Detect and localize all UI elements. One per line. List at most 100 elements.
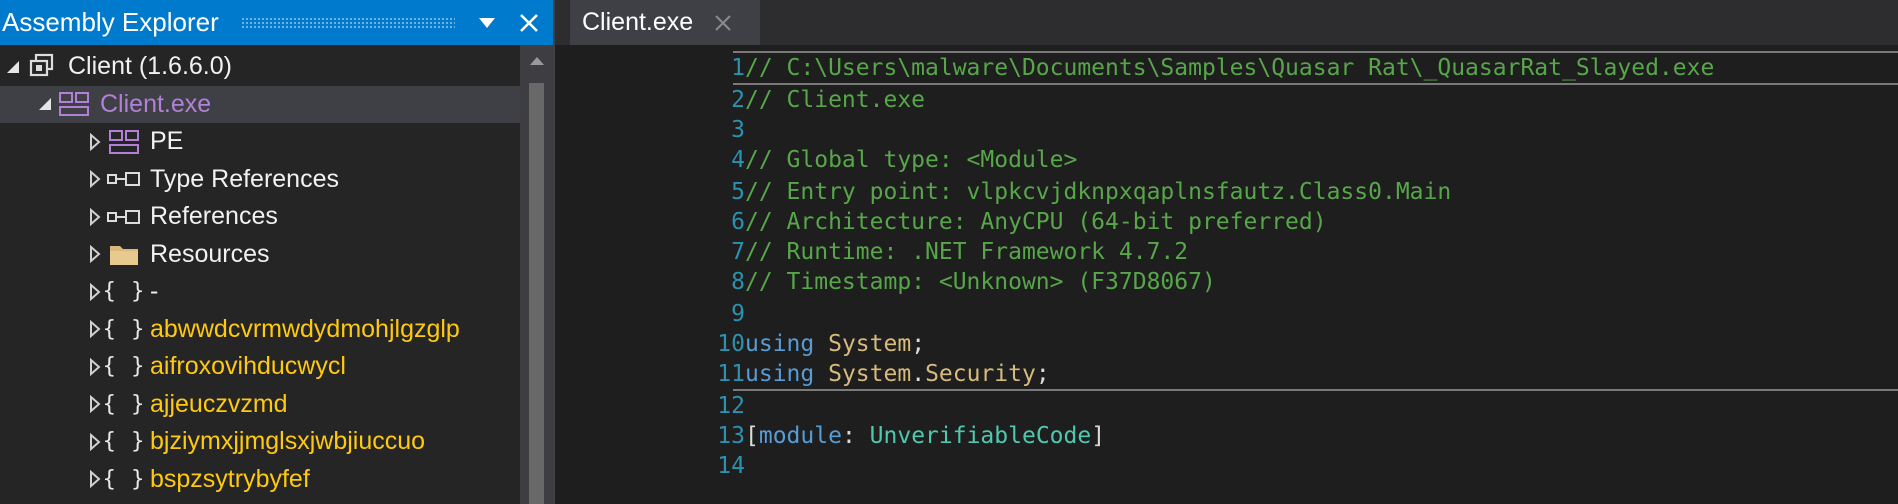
line-number: 9 <box>731 301 745 327</box>
tree-item-label: Type References <box>150 164 339 193</box>
collapsed-arrow-icon[interactable] <box>86 281 104 303</box>
tree-item-label: Client.exe <box>100 89 212 118</box>
code-token-comment: // Entry point: vlpkcvjdknpxqaplnsfautz.… <box>745 179 1452 205</box>
code-editor[interactable]: 1// C:\Users\malware\Documents\Samples\Q… <box>555 45 1898 504</box>
tree-item-type-references[interactable]: Type References <box>0 161 520 198</box>
code-token-punc: ; <box>1035 361 1050 387</box>
code-token-punc: ; <box>911 331 926 357</box>
code-token-punc <box>814 331 828 357</box>
line-number: 12 <box>717 393 745 419</box>
collapsed-arrow-icon[interactable] <box>86 431 104 453</box>
tree-item-namespace[interactable]: { } aifroxovihducwycl <box>0 348 520 385</box>
code-token-comment: // C:\Users\malware\Documents\Samples\Qu… <box>745 55 1715 81</box>
collapsed-arrow-icon[interactable] <box>86 206 104 228</box>
code-line[interactable]: 13 [module: UnverifiableCode] <box>555 419 1898 453</box>
code-text: // C:\Users\malware\Documents\Samples\Qu… <box>733 51 1898 85</box>
code-token-comment: // Architecture: AnyCPU (64-bit preferre… <box>745 209 1327 235</box>
code-token-comment: // Timestamp: <Unknown> (F37D8067) <box>745 269 1216 295</box>
code-line[interactable]: 1// C:\Users\malware\Documents\Samples\Q… <box>555 51 1898 85</box>
code-token-type: System <box>828 331 912 357</box>
collapsed-arrow-icon[interactable] <box>86 356 104 378</box>
namespace-icon: { } <box>102 466 146 492</box>
collapsed-arrow-icon[interactable] <box>86 243 104 265</box>
tree-item-namespace[interactable]: { } bspzsytrybyfef <box>0 461 520 498</box>
code-token-punc: . <box>911 361 926 387</box>
code-token-type: System <box>828 361 912 387</box>
close-icon[interactable] <box>711 11 735 35</box>
namespace-icon: { } <box>102 429 146 454</box>
code-text: // Architecture: AnyCPU (64-bit preferre… <box>733 205 1898 239</box>
vertical-scrollbar[interactable] <box>520 45 553 504</box>
line-number: 13 <box>717 423 745 449</box>
tab-client-exe[interactable]: Client.exe <box>570 0 760 45</box>
scroll-thumb[interactable] <box>529 83 544 504</box>
tree-item-resources[interactable]: Resources <box>0 236 520 273</box>
tree-item-label: aifroxovihducwycl <box>150 352 346 380</box>
line-number: 8 <box>731 269 745 295</box>
tree-item-label: Resources <box>150 239 270 268</box>
code-token-punc <box>814 361 828 387</box>
tree-item-namespace[interactable]: { } ajjeuczvzmd <box>0 386 520 423</box>
code-line[interactable]: 5// Entry point: vlpkcvjdknpxqaplnsfautz… <box>555 175 1898 209</box>
tree-item-label: PE <box>150 127 184 155</box>
code-line[interactable]: 4// Global type: <Module> <box>555 143 1898 177</box>
collapsed-arrow-icon[interactable] <box>86 131 104 153</box>
expanded-arrow-icon[interactable] <box>36 93 54 115</box>
close-icon[interactable] <box>511 5 547 41</box>
code-line[interactable]: 11 using System.Security; <box>555 357 1898 391</box>
code-text: using System.Security; <box>733 357 1898 391</box>
expanded-arrow-icon[interactable] <box>4 56 22 78</box>
reference-icon <box>104 164 144 194</box>
tree-item-client-exe[interactable]: Client.exe <box>0 85 520 123</box>
collapsed-arrow-icon[interactable] <box>86 468 104 490</box>
code-line[interactable]: 14 <box>555 449 1898 483</box>
tree-item-label: bspzsytrybyfef <box>150 464 310 493</box>
code-token-punc: : <box>841 423 870 449</box>
code-text: // Runtime: .NET Framework 4.7.2 <box>733 235 1898 269</box>
code-token-type: Security <box>925 361 1036 387</box>
tree-item-label: - <box>150 277 159 305</box>
code-line[interactable]: 8// Timestamp: <Unknown> (F37D8067) <box>555 265 1898 299</box>
collapsed-arrow-icon[interactable] <box>86 393 104 415</box>
code-line[interactable]: 9 <box>555 297 1898 331</box>
code-line[interactable]: 3 <box>555 113 1898 147</box>
collapsed-arrow-icon[interactable] <box>86 168 104 190</box>
line-number: 11 <box>717 361 745 387</box>
tab-label: Client.exe <box>582 8 694 36</box>
code-token-comment: // Global type: <Module> <box>745 147 1078 173</box>
tree-item-pe[interactable]: PE <box>0 123 520 160</box>
code-text: [module: UnverifiableCode] <box>733 419 1898 453</box>
code-text: // Global type: <Module> <box>733 143 1898 177</box>
tree-item-namespace[interactable]: { } abwwdcvrmwdydmohjlgzglp <box>0 311 520 348</box>
folder-icon <box>104 239 144 269</box>
code-token-attr: UnverifiableCode <box>869 423 1092 449</box>
tree-item-namespace[interactable]: { } bjziymxjjmglsxjwbjiuccuo <box>0 423 520 460</box>
namespace-icon: { } <box>102 316 146 342</box>
code-line[interactable]: 12 <box>555 389 1898 423</box>
code-token-comment: // Runtime: .NET Framework 4.7.2 <box>745 239 1189 265</box>
scroll-up-icon[interactable] <box>520 51 553 71</box>
collapsed-arrow-icon[interactable] <box>86 318 104 340</box>
line-number: 2 <box>731 87 745 113</box>
drag-grip[interactable] <box>240 16 455 29</box>
tree-item-references[interactable]: References <box>0 198 520 235</box>
code-token-key: module <box>758 423 842 449</box>
code-token-comment: // Client.exe <box>745 87 926 113</box>
namespace-icon: { } <box>102 391 146 417</box>
panel-title: Assembly Explorer <box>2 7 219 37</box>
code-line[interactable]: 2// Client.exe <box>555 83 1898 117</box>
tree-item-client[interactable]: Client (1.6.6.0) <box>0 48 520 85</box>
assembly-icon <box>22 52 62 82</box>
tree-item-namespace-dash[interactable]: { } - <box>0 273 520 310</box>
chevron-down-icon[interactable] <box>469 5 505 41</box>
code-text: // Entry point: vlpkcvjdknpxqaplnsfautz.… <box>733 175 1898 209</box>
line-number: 1 <box>731 55 745 81</box>
line-number: 7 <box>731 239 745 265</box>
code-line[interactable]: 10 using System; <box>555 327 1898 361</box>
namespace-icon: { } <box>102 354 146 379</box>
namespace-icon: { } <box>102 279 146 304</box>
line-number: 5 <box>731 179 745 205</box>
module-icon <box>104 127 144 157</box>
code-line[interactable]: 7// Runtime: .NET Framework 4.7.2 <box>555 235 1898 269</box>
code-line[interactable]: 6// Architecture: AnyCPU (64-bit preferr… <box>555 205 1898 239</box>
